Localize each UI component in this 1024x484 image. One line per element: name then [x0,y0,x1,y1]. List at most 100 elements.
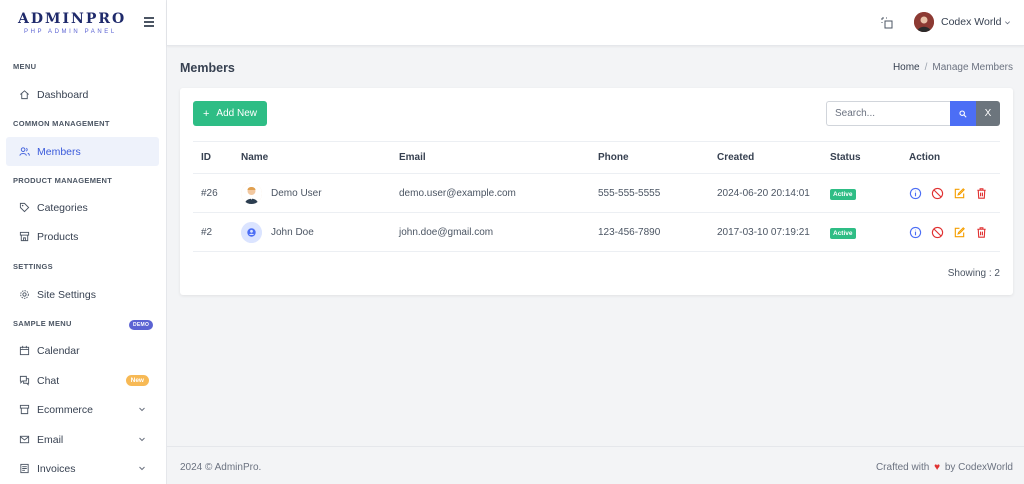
chevron-down-icon[interactable] [1004,19,1011,26]
column-header-email[interactable]: Email [391,141,590,174]
members-card: + Add New X ID Name Email Phone Created … [180,88,1013,295]
member-name: Demo User [271,187,322,199]
members-table: ID Name Email Phone Created Status Actio… [193,141,1000,252]
cell-status: Active [822,212,901,252]
users-icon [19,146,30,157]
calendar-icon [19,345,30,356]
topbar: Codex World [167,0,1024,46]
cell-phone: 555-555-5555 [590,173,709,213]
invoice-icon [19,463,30,474]
sidebar-item-label: Categories [37,201,88,214]
user-name[interactable]: Codex World [941,16,1002,28]
chevron-down-icon [139,466,145,471]
section-heading-settings: SETTINGS [13,262,53,271]
add-new-button[interactable]: + Add New [193,101,267,126]
demo-badge: DEMO [129,320,154,330]
edit-icon[interactable] [953,187,966,200]
shop-icon [19,404,30,415]
cell-status: Active [822,173,901,213]
sidebar-item-label: Ecommerce [37,403,94,416]
cell-actions [901,212,1000,252]
member-name: John Doe [271,226,314,238]
status-badge: Active [830,227,856,239]
sidebar-item-invoices[interactable]: Invoices [6,454,159,483]
search-button[interactable] [950,101,976,126]
cell-name: John Doe [233,212,391,252]
sidebar-item-site-settings[interactable]: Site Settings [6,280,159,309]
breadcrumb-current: Manage Members [932,62,1013,73]
section-heading-sample: SAMPLE MENU [13,319,72,328]
breadcrumb-home[interactable]: Home [893,62,920,73]
block-icon[interactable] [931,187,944,200]
info-icon[interactable] [909,226,922,239]
showing-count: Showing : 2 [947,268,1000,279]
section-heading-product: PRODUCT MANAGEMENT [13,176,113,185]
table-header-row: ID Name Email Phone Created Status Actio… [193,141,1000,174]
cell-email: john.doe@gmail.com [391,212,590,252]
sidebar-item-label: Calendar [37,344,80,357]
sidebar-item-dashboard[interactable]: Dashboard [6,80,159,109]
sidebar-item-members[interactable]: Members [6,137,159,166]
breadcrumb-separator: / [924,62,928,73]
breadcrumb: Home / Manage Members [893,62,1013,73]
menu-toggle-icon[interactable] [144,17,154,27]
footer-crafted-suffix[interactable]: by CodexWorld [945,462,1013,473]
section-heading-common: COMMON MANAGEMENT [13,119,110,128]
brand-subtitle: PHP ADMIN PANEL [24,28,117,35]
footer-copyright: 2024 © AdminPro. [180,462,262,473]
sidebar-item-label: Chat [37,374,60,387]
cell-actions [901,173,1000,213]
sidebar: ADMINPRO PHP ADMIN PANEL MENU Dashboard … [0,0,167,484]
gear-icon [19,289,30,300]
column-header-phone[interactable]: Phone [590,141,709,174]
sidebar-item-calendar[interactable]: Calendar [6,336,159,365]
sidebar-item-ecommerce[interactable]: Ecommerce [6,395,159,424]
column-header-action: Action [901,141,1000,174]
info-icon[interactable] [909,187,922,200]
cell-created: 2017-03-10 07:19:21 [709,212,822,252]
trash-icon[interactable] [975,226,988,239]
chevron-down-icon [139,407,145,412]
edit-icon[interactable] [953,226,966,239]
sidebar-item-label: Dashboard [37,88,89,101]
section-heading-menu: MENU [13,62,37,71]
sidebar-item-label: Invoices [37,462,76,475]
column-header-name[interactable]: Name [233,141,391,174]
sidebar-item-chat[interactable]: Chat New [6,366,159,395]
avatar [241,182,262,204]
cell-phone: 123-456-7890 [590,212,709,252]
column-header-status[interactable]: Status [822,141,901,174]
avatar [241,221,262,243]
sidebar-item-label: Site Settings [37,288,96,301]
table-row: #2 John Doe john.doe@gmail.com 123-456-7… [193,212,1000,252]
block-icon[interactable] [931,226,944,239]
footer-credit: Crafted with ♥ by CodexWorld [876,462,1013,473]
footer-crafted-prefix: Crafted with [875,462,930,473]
plus-icon: + [202,107,210,120]
status-badge: Active [830,188,856,200]
heart-icon: ♥ [934,462,941,473]
column-header-id[interactable]: ID [193,141,233,174]
mail-icon [19,434,30,445]
search-group: X [826,101,1000,126]
sidebar-item-email[interactable]: Email [6,425,159,454]
clear-search-button[interactable]: X [976,101,1000,126]
tag-icon [19,202,30,213]
cell-id: #2 [193,212,233,252]
brand-title: ADMINPRO [18,10,127,27]
page-title: Members [180,61,235,75]
add-new-label: Add New [216,108,257,119]
cell-email: demo.user@example.com [391,173,590,213]
user-avatar[interactable] [914,12,934,32]
trash-icon[interactable] [975,187,988,200]
sidebar-item-label: Members [37,145,81,158]
sidebar-item-products[interactable]: Products [6,222,159,251]
sidebar-item-categories[interactable]: Categories [6,193,159,222]
search-input[interactable] [826,101,950,126]
sidebar-item-label: Products [37,230,79,243]
column-header-created[interactable]: Created [709,141,822,174]
brand-logo[interactable]: ADMINPRO PHP ADMIN PANEL [0,0,166,46]
home-icon [19,89,30,100]
cell-name: Demo User [233,173,391,213]
fullscreen-icon[interactable] [880,16,894,30]
